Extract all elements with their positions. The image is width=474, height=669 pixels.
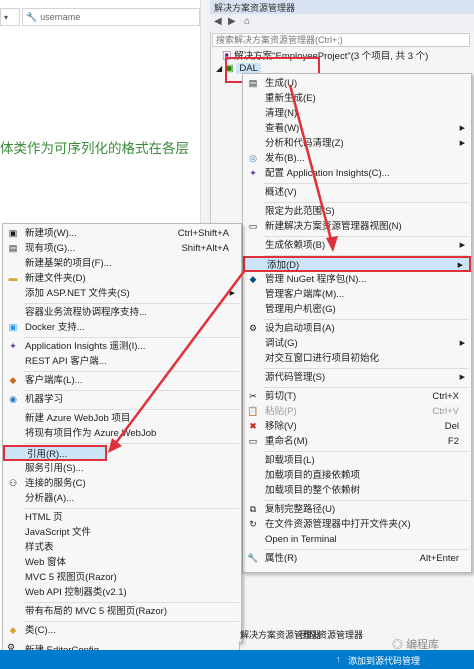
arrow-head-add	[326, 236, 338, 252]
arrow-to-add	[288, 84, 335, 248]
arrow-to-reference	[110, 269, 247, 449]
arrow-head-reference	[108, 438, 122, 453]
annotation-arrows	[108, 84, 338, 453]
